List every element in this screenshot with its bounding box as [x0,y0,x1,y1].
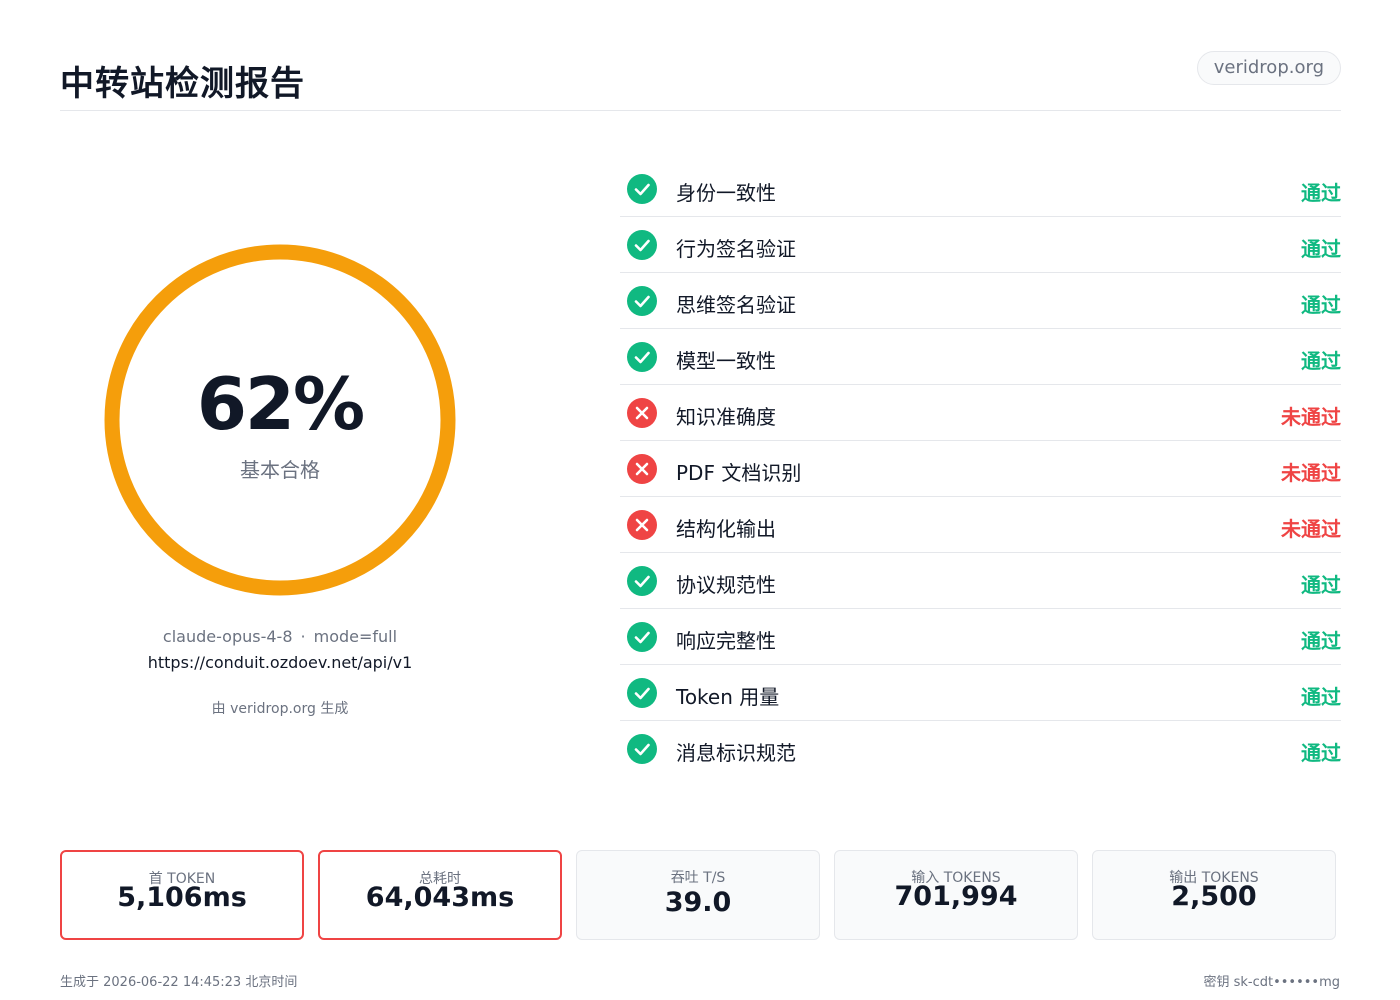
stats-bar: 首 TOKEN 5,106ms 总耗时 64,043ms 吞吐 T/S 39.0 输入 TO… [60,850,1340,940]
check-name: 响应完整性 [676,629,776,653]
stat-card: 首 TOKEN 5,106ms [60,850,304,940]
api-key-masked: 密钥 sk-cdt••••••mg [1203,975,1340,990]
check-result: 通过 [1301,573,1341,597]
check-result: 通过 [1301,741,1341,765]
check-circle-icon [627,678,657,708]
check-name: 模型一致性 [676,349,776,373]
check-result: 通过 [1301,293,1341,317]
check-row: 消息标识规范 通过 [620,721,1341,777]
check-name: 知识准确度 [676,405,776,429]
check-row: Token 用量 通过 [620,665,1341,721]
check-row: 身份一致性 通过 [620,161,1341,217]
x-circle-icon [627,510,657,540]
model-info: claude-opus-4-8 · mode=full [60,627,500,646]
check-row: PDF 文档识别 未通过 [620,441,1341,497]
check-name: 消息标识规范 [676,741,796,765]
check-result: 通过 [1301,685,1341,709]
stat-value: 64,043ms [365,882,515,913]
check-name: 协议规范性 [676,573,776,597]
check-circle-icon [627,230,657,260]
meta-separator: · [300,627,306,646]
check-circle-icon [627,734,657,764]
check-row: 结构化输出 未通过 [620,497,1341,553]
check-result: 未通过 [1281,461,1341,485]
x-circle-icon [627,454,657,484]
check-result: 通过 [1301,349,1341,373]
check-row: 响应完整性 通过 [620,609,1341,665]
stat-card: 总耗时 64,043ms [318,850,562,940]
check-row: 知识准确度 未通过 [620,385,1341,441]
check-name: 行为签名验证 [676,237,796,261]
stat-value: 701,994 [894,881,1018,912]
check-row: 模型一致性 通过 [620,329,1341,385]
check-name: 结构化输出 [676,517,776,541]
check-row: 协议规范性 通过 [620,553,1341,609]
stat-card: 吞吐 T/S 39.0 [576,850,820,940]
domain-badge[interactable]: veridrop.org [1196,51,1341,85]
check-circle-icon [627,174,657,204]
generated-by: 由 veridrop.org 生成 [211,701,349,717]
stat-card: 输出 TOKENS 2,500 [1092,850,1336,940]
check-circle-icon [627,286,657,316]
check-name: Token 用量 [676,685,780,709]
score-value: 62% [196,362,365,446]
check-result: 未通过 [1281,517,1341,541]
stat-value: 5,106ms [117,882,247,913]
mode-value: mode=full [313,627,398,646]
check-list: 身份一致性 通过 行为签名验证 通过 思维签名验证 通过 模型一致性 通过 知识准确度 未通过 PD… [620,161,1341,777]
check-row: 思维签名验证 通过 [620,273,1341,329]
check-row: 行为签名验证 通过 [620,217,1341,273]
score-gauge: 62% 基本合格 [104,244,456,596]
stat-value: 2,500 [1171,881,1257,912]
report-header: 中转站检测报告 veridrop.org [60,48,1341,111]
generated-time: 生成于 2026-06-22 14:45:23 北京时间 [60,975,298,990]
check-result: 通过 [1301,237,1341,261]
score-label: 基本合格 [240,458,320,482]
check-name: PDF 文档识别 [676,461,802,485]
check-name: 身份一致性 [676,181,776,205]
check-name: 思维签名验证 [676,293,796,317]
x-circle-icon [627,398,657,428]
endpoint-url: https://conduit.ozdoev.net/api/v1 [147,653,413,672]
stat-label: 吞吐 T/S [670,870,726,886]
check-result: 通过 [1301,629,1341,653]
check-circle-icon [627,342,657,372]
check-result: 通过 [1301,181,1341,205]
model-name: claude-opus-4-8 [162,627,293,646]
check-circle-icon [627,566,657,596]
check-circle-icon [627,622,657,652]
stat-value: 39.0 [664,887,732,918]
stat-card: 输入 TOKENS 701,994 [834,850,1078,940]
page-title: 中转站检测报告 [60,64,305,104]
check-result: 未通过 [1281,405,1341,429]
